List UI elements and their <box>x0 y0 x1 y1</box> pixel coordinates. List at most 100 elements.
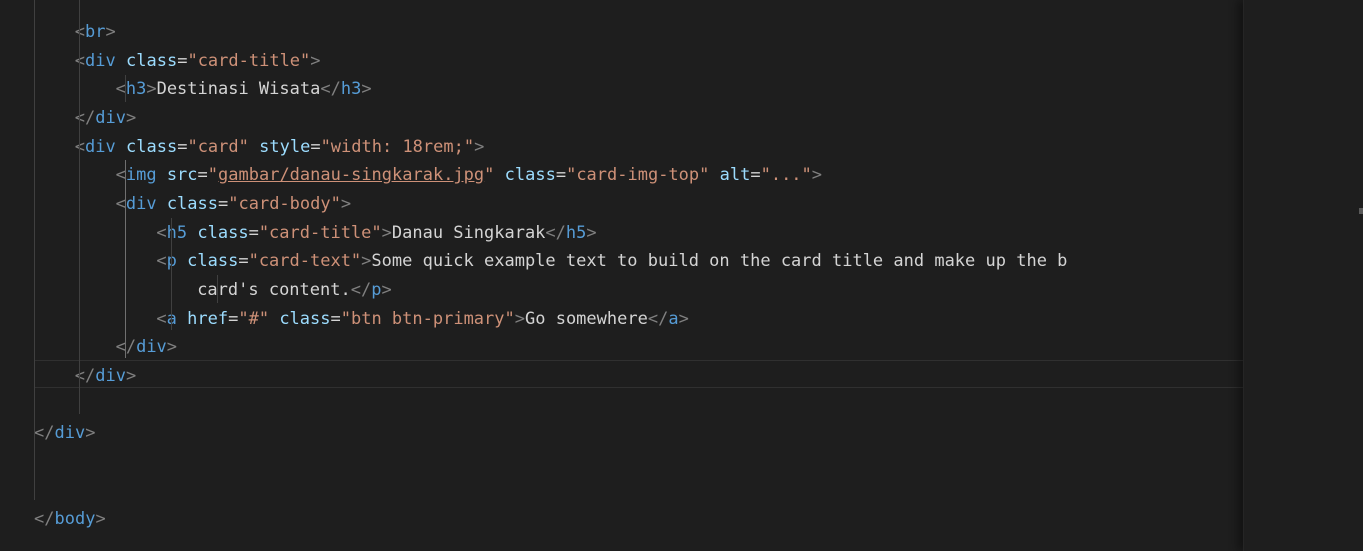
code-token-punc: > <box>105 22 116 42</box>
minimap[interactable] <box>1243 0 1358 551</box>
code-token-attr: class <box>126 50 178 71</box>
code-token-tag: img <box>125 165 157 186</box>
code-token-tag: div <box>95 107 126 128</box>
code-token-punc: > <box>381 279 392 300</box>
code-token-tag: h3 <box>340 79 362 100</box>
code-token-attr: src <box>166 165 198 186</box>
code-token-tag: h5 <box>166 222 188 243</box>
code-line[interactable]: <div class="card" style="width: 18rem;"> <box>75 133 485 161</box>
code-token-text: = <box>750 165 761 186</box>
code-token-punc: > <box>310 50 321 71</box>
code-token-punc: > <box>95 509 106 530</box>
code-line[interactable]: <a href="#" class="btn btn-primary">Go s… <box>156 305 688 333</box>
code-line[interactable]: </div> <box>75 362 136 390</box>
code-line[interactable]: <p class="card-text">Some quick example … <box>156 247 1067 275</box>
code-line[interactable]: <h3>Destinasi Wisata</h3> <box>116 75 372 103</box>
code-token-punc: > <box>586 222 597 243</box>
code-token-punc: > <box>340 193 352 214</box>
code-token-punc: > <box>85 423 96 444</box>
vertical-scrollbar[interactable] <box>1357 0 1363 551</box>
code-line[interactable]: card's content.</p> <box>197 276 392 304</box>
code-token-text: Danau Singkarak <box>391 222 546 243</box>
code-token-text: = <box>555 165 567 186</box>
code-line[interactable]: <br> <box>75 18 116 46</box>
code-token-attr: class <box>187 251 239 272</box>
code-token-punc: </ <box>74 107 96 128</box>
code-token-text: = <box>248 222 259 243</box>
code-token-text: = <box>197 165 208 186</box>
code-token-text: card's content. <box>197 279 351 300</box>
code-editor[interactable]: <br><div class="card-title"><h3>Destinas… <box>0 0 1243 551</box>
code-line[interactable]: <h5 class="card-title" > Danau Singkarak</… <box>156 219 596 247</box>
code-token-punc: > <box>474 136 485 157</box>
code-token-punc: > <box>514 308 525 329</box>
code-token-tag: div <box>136 337 167 358</box>
code-token-punc: > <box>678 308 689 329</box>
code-token-text: = <box>177 50 188 71</box>
code-token-text: = <box>330 308 341 329</box>
code-token-punc: </ <box>320 79 341 100</box>
code-token-text: = <box>177 136 188 157</box>
code-token-punc: </ <box>350 279 372 300</box>
code-token-str: "card-title" <box>258 222 382 243</box>
code-token-str: "..." <box>760 165 812 186</box>
code-token-punc: </ <box>34 509 55 530</box>
code-token-text: = <box>228 308 239 329</box>
code-token-text: Go somewhere <box>525 308 648 329</box>
code-token-link: gambar/danau-singkarak.jpg <box>218 165 485 186</box>
code-token-tag: h3 <box>125 79 147 100</box>
code-token-punc: > <box>811 165 823 186</box>
code-token-punc: < <box>156 308 167 329</box>
scrollbar-thumb[interactable] <box>1359 208 1363 214</box>
indent-guide <box>79 0 80 414</box>
code-token-punc: > <box>126 365 137 386</box>
code-token-attr: class <box>504 165 556 186</box>
code-token-punc: < <box>156 222 167 243</box>
code-token-str: "btn btn-primary" <box>340 308 515 329</box>
indent-guide <box>34 0 35 500</box>
code-token-text: = <box>218 193 229 214</box>
code-token-attr: href <box>187 308 229 329</box>
code-line[interactable]: <div class="card-body"> <box>116 190 352 218</box>
code-token-tag: br <box>85 22 106 42</box>
code-token-punc: < <box>156 251 167 272</box>
code-line[interactable]: </body> <box>34 505 106 533</box>
indent-guide <box>217 275 218 303</box>
code-token-str: "#" <box>238 308 270 329</box>
code-line[interactable]: </div> <box>34 419 95 447</box>
code-token-tag: div <box>95 365 126 386</box>
indent-guide <box>125 160 126 358</box>
code-line[interactable]: <div class="card-title"> <box>75 47 321 75</box>
code-token-punc: </ <box>647 308 669 329</box>
code-token-attr: class <box>166 193 218 214</box>
code-line[interactable]: <img src="gambar/danau-singkarak.jpg" cl… <box>116 161 822 189</box>
code-token-text: Some quick example text to build on the … <box>371 251 1068 272</box>
code-token-attr: style <box>259 136 311 157</box>
code-token-punc: > <box>166 337 178 358</box>
code-token-tag: div <box>85 136 116 157</box>
code-token-punc: > <box>361 251 372 272</box>
code-token-punc: > <box>126 107 137 128</box>
code-token-punc: </ <box>34 423 55 444</box>
code-token-text: Destinasi Wisata <box>156 79 321 100</box>
code-token-punc: </ <box>74 365 96 386</box>
code-token-tag: p <box>371 279 382 300</box>
code-token-str: " <box>207 165 219 186</box>
code-line[interactable]: </div> <box>75 104 136 132</box>
code-token-str: " <box>484 165 495 186</box>
code-token-punc: </ <box>545 222 566 243</box>
code-token-punc: > <box>361 79 372 100</box>
indent-guide <box>171 218 172 330</box>
code-token-attr: class <box>197 222 249 243</box>
code-token-str: "card-img-top" <box>566 165 710 186</box>
